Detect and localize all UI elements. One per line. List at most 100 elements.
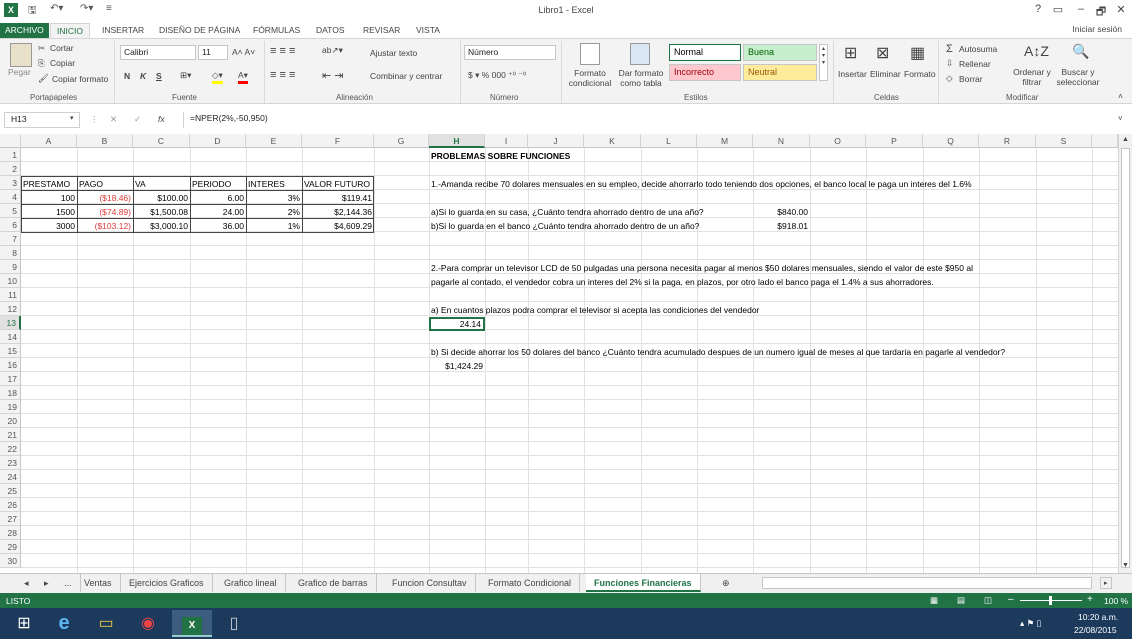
paste-icon[interactable] — [10, 43, 32, 67]
row-header[interactable]: 4 — [0, 190, 21, 204]
wrap-text-button[interactable]: Ajustar texto — [370, 48, 417, 58]
insert-cells-button[interactable]: Insertar — [838, 69, 867, 79]
cut-button[interactable]: Cortar — [50, 43, 74, 53]
table-cell[interactable]: 6.00 — [190, 191, 246, 205]
table-header[interactable]: PRESTAMO — [21, 177, 77, 191]
row-header[interactable]: 7 — [0, 232, 21, 246]
row-header[interactable]: 25 — [0, 484, 21, 498]
column-header[interactable]: F — [302, 134, 374, 148]
row-header[interactable]: 23 — [0, 456, 21, 470]
column-header[interactable]: I — [485, 134, 528, 148]
chrome-icon[interactable]: ◉ — [128, 610, 168, 637]
tab-vista[interactable]: VISTA — [410, 23, 446, 38]
excel-taskbar-icon[interactable]: X — [172, 610, 212, 637]
grow-font-icon[interactable]: A˄ A˅ — [232, 47, 255, 57]
start-icon[interactable]: ⊞ — [4, 610, 44, 637]
indent-icons[interactable]: ⇤ ⇥ — [322, 69, 344, 82]
worksheet-grid[interactable]: A B C D E F G H I J K L M N O P Q R S PR… — [0, 134, 1118, 573]
column-header[interactable]: R — [979, 134, 1036, 148]
row-header[interactable]: 15 — [0, 344, 21, 358]
sign-in-link[interactable]: Iniciar sesión — [1072, 24, 1122, 34]
table-header[interactable]: VALOR FUTURO — [302, 177, 374, 191]
table-cell[interactable]: ($74.89) — [77, 205, 133, 219]
row-header[interactable]: 16 — [0, 358, 21, 372]
table-cell[interactable]: $1,500.08 — [133, 205, 190, 219]
column-header[interactable]: G — [374, 134, 429, 148]
close-icon[interactable]: ✕ — [1113, 3, 1129, 16]
zoom-slider[interactable] — [1020, 596, 1082, 605]
delete-cells-button[interactable]: Eliminar — [870, 69, 901, 79]
zoom-slider-thumb[interactable] — [1049, 596, 1052, 605]
scroll-down-icon[interactable]: ▼ — [1122, 562, 1129, 569]
font-size-select[interactable]: 11 — [198, 45, 228, 60]
style-normal[interactable]: Normal — [669, 44, 741, 61]
row-header[interactable]: 11 — [0, 288, 21, 302]
cancel-icon[interactable]: ✕ — [110, 114, 117, 125]
delete-cells-icon[interactable]: ⊠ — [876, 43, 889, 63]
row-header[interactable]: 1 — [0, 148, 21, 162]
tab-datos[interactable]: DATOS — [310, 23, 351, 38]
tab-archivo[interactable]: ARCHIVO — [0, 23, 49, 38]
table-cell[interactable]: $119.41 — [302, 191, 374, 205]
answer-2b[interactable]: $1,424.29 — [429, 359, 485, 373]
row-header[interactable]: 28 — [0, 526, 21, 540]
table-header[interactable]: INTERES — [246, 177, 302, 191]
problem-1-text[interactable]: 1.-Amanda recibe 70 dolares mensuales en… — [429, 177, 974, 191]
fill-button[interactable]: Rellenar — [959, 59, 991, 69]
fill-color-icon[interactable]: ◇▾ — [212, 70, 223, 84]
help-icon[interactable]: ? — [1030, 3, 1046, 15]
column-header[interactable]: K — [584, 134, 641, 148]
row-header[interactable]: 27 — [0, 512, 21, 526]
sort-filter-button[interactable]: Ordenar y filtrar — [1010, 67, 1054, 87]
orientation-icon[interactable]: ab↗▾ — [322, 45, 343, 56]
tab-formulas[interactable]: FÓRMULAS — [247, 23, 306, 38]
copy-button[interactable]: Copiar — [50, 58, 75, 68]
row-header[interactable]: 18 — [0, 386, 21, 400]
internet-explorer-icon[interactable]: e — [44, 610, 84, 637]
underline-button[interactable]: S — [156, 71, 162, 81]
sheet-tab-funciones-financieras[interactable]: Funciones Financieras — [586, 574, 701, 592]
style-neutral[interactable]: Neutral — [743, 64, 817, 81]
row-header[interactable]: 29 — [0, 540, 21, 554]
row-header[interactable]: 22 — [0, 442, 21, 456]
column-header[interactable]: O — [810, 134, 866, 148]
row-header[interactable]: 24 — [0, 470, 21, 484]
table-cell[interactable]: $2,144.36 — [302, 205, 374, 219]
question-1a[interactable]: a)Si lo guarda en su casa, ¿Cuánto tendr… — [429, 205, 706, 219]
table-cell[interactable]: 3000 — [21, 219, 77, 233]
normal-view-icon[interactable]: ▦ — [930, 595, 938, 606]
conditional-format-button[interactable]: Formato condicional — [564, 68, 616, 88]
clear-icon[interactable]: ◇ — [946, 73, 953, 84]
italic-button[interactable]: K — [140, 71, 146, 81]
name-box[interactable]: H13 — [4, 112, 80, 128]
tab-insertar[interactable]: INSERTAR — [96, 23, 150, 38]
merge-center-button[interactable]: Combinar y centrar — [370, 71, 442, 81]
table-cell[interactable]: $100.00 — [133, 191, 190, 205]
problem-2-text-cont[interactable]: pagarle al contado, el vendedor cobra un… — [429, 275, 936, 289]
question-2b[interactable]: b) Si decide ahorrar los 50 dolares del … — [429, 345, 1007, 359]
sheet-tab-funcion-consultav[interactable]: Funcion Consultav — [384, 574, 476, 592]
question-1b[interactable]: b)Si lo guarda en el banco ¿Cuánto tendr… — [429, 219, 701, 233]
row-header[interactable]: 9 — [0, 260, 21, 274]
vertical-scrollbar[interactable]: ▲ ▼ — [1118, 134, 1132, 573]
format-painter-icon[interactable]: 🖌 — [38, 73, 49, 84]
autosum-button[interactable]: Autosuma — [959, 44, 997, 54]
add-sheet-icon[interactable]: ⊕ — [714, 574, 738, 592]
table-cell[interactable]: 2% — [246, 205, 302, 219]
font-name-select[interactable]: Calibri — [120, 45, 196, 60]
paste-button[interactable]: Pegar — [8, 67, 31, 77]
table-header[interactable]: PAGO — [77, 177, 133, 191]
prev-sheet-icon[interactable]: ◂ — [20, 574, 33, 592]
answer-2a-selected-cell[interactable]: 24.14 — [429, 317, 485, 331]
table-cell[interactable]: $3,000.10 — [133, 219, 190, 233]
column-header[interactable]: Q — [923, 134, 979, 148]
scroll-right-icon[interactable]: ▸ — [1100, 577, 1112, 589]
column-header[interactable]: L — [641, 134, 697, 148]
column-header[interactable]: H — [429, 134, 485, 148]
currency-icon[interactable]: $ ▾ % 000 ⁺⁰ ⁻⁰ — [468, 70, 526, 81]
sort-filter-icon[interactable]: A↕Z — [1024, 43, 1049, 59]
problem-2-text[interactable]: 2.-Para comprar un televisor LCD de 50 p… — [429, 261, 975, 275]
table-cell[interactable]: $4,609.29 — [302, 219, 374, 233]
collapse-ribbon-icon[interactable]: ˄ — [1118, 91, 1123, 101]
sheet-tab-formato-condicional[interactable]: Formato Condicional — [480, 574, 581, 592]
